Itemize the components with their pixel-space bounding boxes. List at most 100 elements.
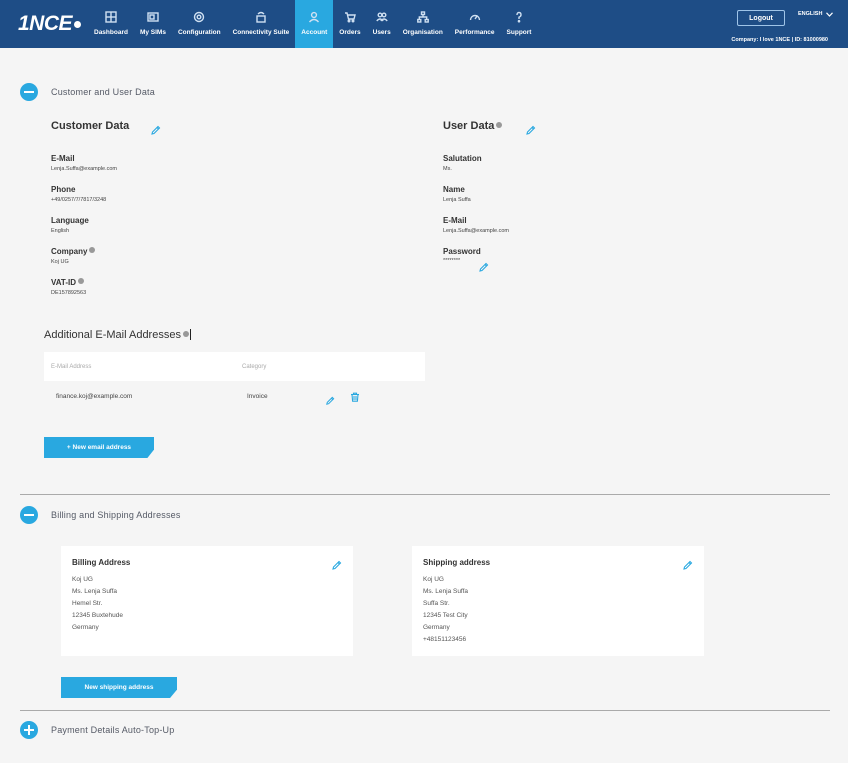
section-billing-shipping-header[interactable]: Billing and Shipping Addresses xyxy=(20,506,181,524)
billing-address-card: Billing Address Koj UG Ms. Lenja Suffa H… xyxy=(61,546,353,656)
info-icon[interactable] xyxy=(496,122,503,128)
expand-icon[interactable] xyxy=(20,721,38,739)
customer-vat-value: DE157892563 xyxy=(51,290,87,296)
collapse-icon[interactable] xyxy=(20,506,38,524)
gauge-icon xyxy=(469,14,480,21)
customer-company-label: Company xyxy=(51,247,88,256)
user-email-value: Lenja.Suffa@example.com xyxy=(443,228,510,234)
shipping-line: Ms. Lenja Suffa xyxy=(423,588,469,595)
billing-line: Hemel Str. xyxy=(72,600,103,607)
nav-account[interactable]: Account xyxy=(295,0,334,48)
email-cell: finance.koj@example.com xyxy=(56,392,133,400)
question-icon xyxy=(516,11,522,23)
main-nav: Dashboard My SIMs Configuration Connecti… xyxy=(88,0,537,48)
nav-configuration[interactable]: Configuration xyxy=(172,0,227,48)
nav-users[interactable]: Users xyxy=(367,0,397,48)
section-payment-title: Payment Details Auto-Top-Up xyxy=(51,725,175,735)
additional-emails-title: Additional E-Mail Addresses xyxy=(44,329,181,341)
collapse-icon[interactable] xyxy=(20,83,38,101)
user-data-title: User Data xyxy=(443,120,495,132)
nav-orders[interactable]: Orders xyxy=(333,0,366,48)
logo-text: 1NCE xyxy=(18,12,73,35)
user-password-label: Password xyxy=(443,247,481,256)
users-icon xyxy=(375,12,388,22)
user-email-label: E-Mail xyxy=(443,216,467,225)
divider xyxy=(20,494,830,495)
shipping-line: +48151123456 xyxy=(423,636,467,643)
text-cursor xyxy=(189,329,191,340)
customer-email-value: Lenja.Suffa@example.com xyxy=(51,166,118,172)
connectivity-icon xyxy=(256,11,266,23)
dashboard-icon xyxy=(105,11,117,23)
divider xyxy=(20,710,830,711)
logo[interactable]: 1NCE xyxy=(18,12,82,36)
user-salutation-label: Salutation xyxy=(443,154,482,163)
shipping-line: Suffa Str. xyxy=(423,600,450,607)
user-data-title-wrap: User Data xyxy=(443,120,503,132)
table-row: finance.koj@example.com Invoice xyxy=(44,381,425,411)
new-email-address-button[interactable]: + New email address xyxy=(44,437,154,458)
shipping-line: Germany xyxy=(423,624,450,631)
section-billing-shipping-title: Billing and Shipping Addresses xyxy=(51,510,181,520)
language-selector[interactable]: ENGLISH xyxy=(798,11,834,17)
cart-icon xyxy=(344,12,356,23)
shipping-address-title: Shipping address xyxy=(423,558,491,567)
nav-organisation[interactable]: Organisation xyxy=(397,0,449,48)
nav-account-label: Account xyxy=(301,29,328,36)
additional-emails-table: E-Mail Address Category finance.koj@exam… xyxy=(44,352,425,411)
table-header: E-Mail Address Category xyxy=(44,352,425,381)
column-header-email: E-Mail Address xyxy=(51,363,92,370)
customer-company-label-wrap: Company xyxy=(51,247,96,256)
info-icon[interactable] xyxy=(89,247,96,253)
customer-email-label: E-Mail xyxy=(51,154,75,163)
logout-button[interactable]: Logout xyxy=(737,10,785,26)
nav-users-label: Users xyxy=(372,29,391,36)
nav-my-sims-label: My SIMs xyxy=(139,29,166,36)
nav-connectivity-suite[interactable]: Connectivity Suite xyxy=(227,0,296,48)
delete-trash-icon[interactable] xyxy=(350,387,360,406)
info-icon[interactable] xyxy=(78,278,85,284)
customer-vat-label: VAT-ID xyxy=(51,278,77,287)
logo-dot xyxy=(74,21,82,28)
nav-organisation-label: Organisation xyxy=(402,29,443,36)
edit-customer-pencil-icon[interactable] xyxy=(150,121,161,135)
edit-password-pencil-icon[interactable] xyxy=(478,258,489,272)
user-name-value: Lenja Suffa xyxy=(443,197,471,203)
column-header-category: Category xyxy=(242,363,267,370)
org-chart-icon xyxy=(416,11,429,23)
user-salutation-value: Ms. xyxy=(443,166,452,172)
nav-support[interactable]: Support xyxy=(501,0,538,48)
customer-phone-label: Phone xyxy=(51,185,76,194)
nav-performance[interactable]: Performance xyxy=(449,0,501,48)
language-label: ENGLISH xyxy=(798,11,823,17)
info-icon[interactable] xyxy=(182,331,189,337)
edit-shipping-pencil-icon[interactable] xyxy=(682,556,693,570)
section-customer-user-title: Customer and User Data xyxy=(51,87,155,97)
billing-line: 12345 Buxtehude xyxy=(72,612,123,619)
section-customer-user-header[interactable]: Customer and User Data xyxy=(20,83,155,101)
billing-line: Koj UG xyxy=(72,576,93,583)
shipping-address-card: Shipping address Koj UG Ms. Lenja Suffa … xyxy=(412,546,704,656)
nav-dashboard[interactable]: Dashboard xyxy=(88,0,134,48)
nav-performance-label: Performance xyxy=(454,29,495,36)
customer-vat-label-wrap: VAT-ID xyxy=(51,278,85,287)
customer-company-value: Koj UG xyxy=(51,259,69,265)
shipping-line: 12345 Test City xyxy=(423,612,468,619)
billing-address-title: Billing Address xyxy=(72,558,131,567)
new-shipping-address-button[interactable]: New shipping address xyxy=(61,677,177,698)
nav-dashboard-label: Dashboard xyxy=(94,29,128,36)
nav-configuration-label: Configuration xyxy=(177,29,221,36)
edit-user-pencil-icon[interactable] xyxy=(525,121,536,135)
nav-my-sims[interactable]: My SIMs xyxy=(134,0,172,48)
user-name-label: Name xyxy=(443,185,465,194)
top-navigation-bar: 1NCE Dashboard My SIMs Configuration Con… xyxy=(0,0,848,48)
section-payment-header[interactable]: Payment Details Auto-Top-Up xyxy=(20,721,174,739)
edit-email-pencil-icon[interactable] xyxy=(325,391,335,405)
chevron-down-icon xyxy=(826,11,834,17)
sim-icon xyxy=(147,12,159,22)
billing-line: Ms. Lenja Suffa xyxy=(72,588,118,595)
edit-billing-pencil-icon[interactable] xyxy=(331,556,342,570)
customer-language-value: English xyxy=(51,228,70,234)
category-cell: Invoice xyxy=(247,392,268,400)
nav-orders-label: Orders xyxy=(339,29,361,36)
